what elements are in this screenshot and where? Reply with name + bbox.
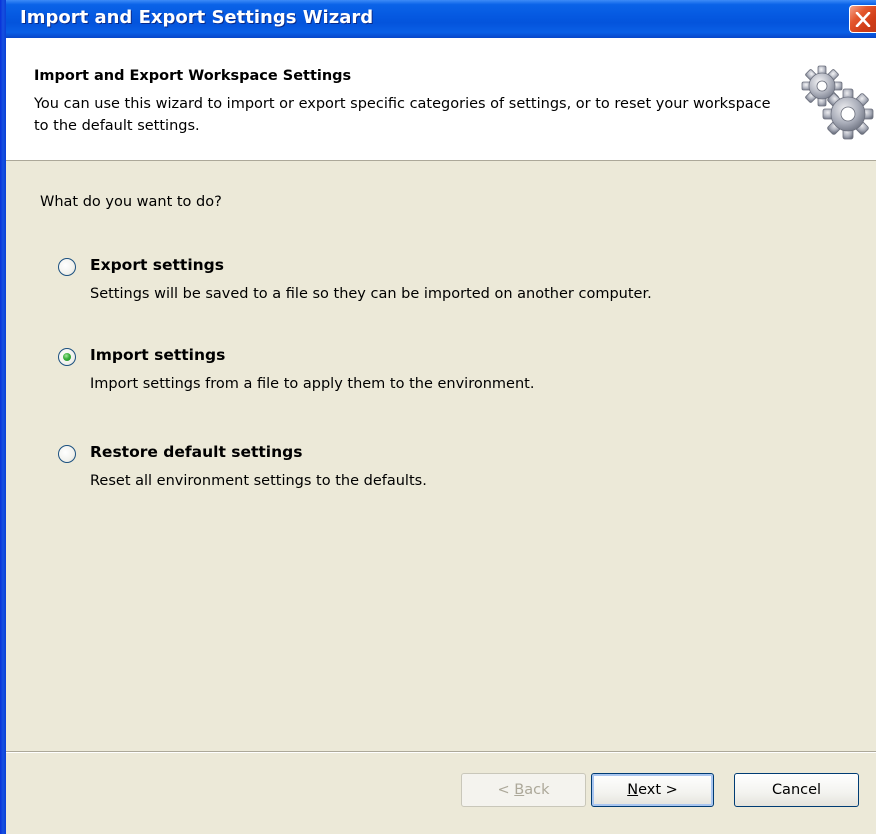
back-prefix: < <box>497 782 515 798</box>
import-settings-radio[interactable] <box>58 348 76 366</box>
header-title: Import and Export Workspace Settings <box>34 68 352 84</box>
export-settings-label[interactable]: Export settings <box>90 256 224 274</box>
title-bar[interactable]: Import and Export Settings Wizard <box>0 0 876 38</box>
restore-default-settings-description: Reset all environment settings to the de… <box>90 473 427 489</box>
gears-icon <box>801 65 874 140</box>
back-rest: ack <box>524 782 550 798</box>
import-settings-description: Import settings from a file to apply the… <box>90 376 535 392</box>
export-settings-description: Settings will be saved to a file so they… <box>90 286 652 302</box>
next-mnemonic: N <box>627 782 639 798</box>
wizard-window: Import and Export Settings Wizard Import… <box>0 0 876 834</box>
header-panel: Import and Export Workspace Settings You… <box>6 38 876 161</box>
export-settings-radio[interactable] <box>58 258 76 276</box>
back-button[interactable]: < Back <box>461 773 586 807</box>
next-button[interactable]: Next > <box>591 773 714 807</box>
close-button[interactable] <box>849 5 876 33</box>
radio-selected-dot <box>63 353 71 361</box>
window-title: Import and Export Settings Wizard <box>20 7 374 28</box>
restore-default-settings-label[interactable]: Restore default settings <box>90 443 302 461</box>
back-mnemonic: B <box>514 782 525 798</box>
next-rest: ext > <box>638 782 678 798</box>
question-text: What do you want to do? <box>40 194 222 210</box>
import-settings-label[interactable]: Import settings <box>90 346 225 364</box>
close-icon <box>855 12 871 27</box>
header-description: You can use this wizard to import or exp… <box>34 96 771 134</box>
footer-divider <box>6 751 876 753</box>
restore-default-settings-radio[interactable] <box>58 445 76 463</box>
cancel-button[interactable]: Cancel <box>734 773 859 807</box>
